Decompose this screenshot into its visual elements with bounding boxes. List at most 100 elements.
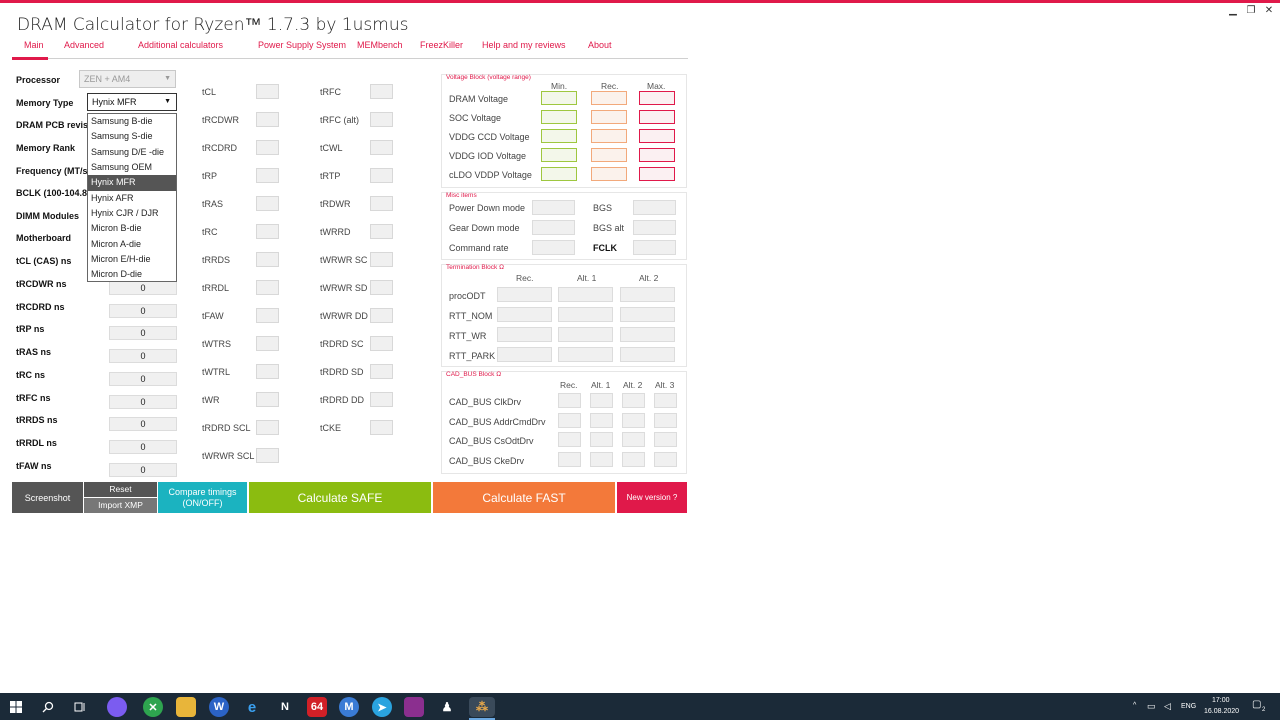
misc-input[interactable]	[633, 240, 676, 255]
termination-input[interactable]	[620, 327, 675, 342]
cadbus-input[interactable]	[590, 393, 613, 408]
voltage-max-input[interactable]	[639, 110, 675, 124]
dropdown-option[interactable]: Samsung OEM	[88, 160, 176, 175]
telegram-icon[interactable]: ➤	[372, 697, 392, 717]
dropdown-option[interactable]: Micron B-die	[88, 221, 176, 236]
dropdown-option[interactable]: Samsung S-die	[88, 129, 176, 144]
dropdown-option[interactable]: Hynix AFR	[88, 191, 176, 206]
timing-input[interactable]	[370, 280, 393, 295]
timing-input[interactable]	[256, 196, 279, 211]
screenshot-button[interactable]: Screenshot	[12, 482, 83, 513]
tab-main[interactable]: Main	[24, 40, 44, 50]
timing-input[interactable]	[370, 308, 393, 323]
tab-about[interactable]: About	[588, 40, 612, 50]
timing-input[interactable]	[256, 364, 279, 379]
cadbus-input[interactable]	[622, 432, 645, 447]
tab-power-supply[interactable]: Power Supply System	[258, 40, 346, 50]
termination-input[interactable]	[558, 347, 613, 362]
timing-input[interactable]	[256, 84, 279, 99]
termination-input[interactable]	[558, 327, 613, 342]
dropdown-option[interactable]: Samsung D/E -die	[88, 145, 176, 160]
voltage-max-input[interactable]	[639, 129, 675, 143]
task-view-icon[interactable]	[70, 697, 90, 717]
xbox-icon[interactable]: ✕	[143, 697, 163, 717]
timing-input[interactable]	[370, 84, 393, 99]
timing-input[interactable]	[370, 196, 393, 211]
timing-input[interactable]	[256, 420, 279, 435]
timing-input[interactable]	[370, 252, 393, 267]
cadbus-input[interactable]	[654, 412, 677, 428]
cadbus-input[interactable]	[558, 393, 581, 408]
voltage-rec-input[interactable]	[591, 110, 627, 124]
timing-input[interactable]	[256, 392, 279, 407]
voltage-min-input[interactable]	[541, 110, 577, 124]
cadbus-input[interactable]	[654, 393, 677, 408]
ns-input[interactable]: 0	[109, 349, 177, 363]
search-icon[interactable]	[38, 697, 58, 717]
dropdown-option[interactable]: Hynix CJR / DJR	[88, 206, 176, 221]
cadbus-input[interactable]	[590, 432, 613, 447]
reset-button[interactable]: Reset	[84, 482, 157, 497]
tab-additional-calculators[interactable]: Additional calculators	[138, 40, 223, 50]
misc-input[interactable]	[633, 220, 676, 235]
timing-input[interactable]	[370, 364, 393, 379]
misc-input[interactable]	[633, 200, 676, 215]
windows-start-icon[interactable]	[6, 697, 26, 717]
word-icon[interactable]: W	[209, 697, 229, 717]
ns-input[interactable]: 0	[109, 304, 177, 318]
clock-time[interactable]: 17:00	[1212, 697, 1230, 704]
misc-input[interactable]	[532, 200, 575, 215]
timing-input[interactable]	[370, 224, 393, 239]
termination-input[interactable]	[620, 307, 675, 322]
calculate-safe-button[interactable]: Calculate SAFE	[249, 482, 431, 513]
termination-input[interactable]	[497, 327, 552, 342]
tray-overflow-icon[interactable]: ^	[1133, 702, 1136, 709]
volume-icon[interactable]: ◁	[1164, 701, 1171, 712]
cadbus-input[interactable]	[558, 412, 581, 428]
language-indicator[interactable]: ENG	[1181, 703, 1196, 710]
termination-input[interactable]	[620, 347, 675, 362]
voltage-max-input[interactable]	[639, 167, 675, 181]
voltage-max-input[interactable]	[639, 148, 675, 162]
timing-input[interactable]	[256, 280, 279, 295]
winrar-icon[interactable]	[404, 697, 424, 717]
timing-input[interactable]	[256, 308, 279, 323]
timing-input[interactable]	[256, 140, 279, 155]
timing-input[interactable]	[256, 252, 279, 267]
timing-input[interactable]	[370, 168, 393, 183]
misc-input[interactable]	[532, 240, 575, 255]
termination-input[interactable]	[497, 307, 552, 322]
timing-input[interactable]	[256, 168, 279, 183]
notifications-icon[interactable]: ▢	[1252, 699, 1261, 710]
dropdown-option[interactable]: Micron D-die	[88, 267, 176, 282]
ns-input[interactable]: 0	[109, 326, 177, 340]
ns-input[interactable]: 0	[109, 440, 177, 454]
tab-membench[interactable]: MEMbench	[357, 40, 403, 50]
cortana-icon[interactable]	[107, 697, 127, 717]
timing-input[interactable]	[370, 140, 393, 155]
timing-input[interactable]	[370, 112, 393, 127]
network-icon[interactable]: ▭	[1147, 701, 1156, 712]
import-xmp-button[interactable]: Import XMP	[84, 498, 157, 513]
timing-input[interactable]	[256, 448, 279, 463]
tab-help-reviews[interactable]: Help and my reviews	[482, 40, 566, 50]
dropdown-option[interactable]: Samsung B-die	[88, 114, 176, 129]
cadbus-input[interactable]	[590, 451, 613, 467]
cadbus-input[interactable]	[622, 393, 645, 408]
cadbus-input[interactable]	[590, 412, 613, 428]
edge-icon[interactable]: e	[242, 697, 262, 717]
timing-input[interactable]	[370, 420, 393, 435]
close-button[interactable]: ✕	[1262, 5, 1276, 16]
ns-input[interactable]: 0	[109, 463, 177, 477]
tab-advanced[interactable]: Advanced	[64, 40, 104, 50]
ns-input[interactable]: 0	[109, 281, 177, 295]
termination-input[interactable]	[620, 287, 675, 302]
nu-app-icon[interactable]: N	[275, 697, 295, 717]
app-icon[interactable]: ♟	[437, 697, 457, 717]
voltage-max-input[interactable]	[639, 91, 675, 105]
cadbus-input[interactable]	[558, 432, 581, 447]
timing-input[interactable]	[256, 112, 279, 127]
ns-input[interactable]: 0	[109, 372, 177, 386]
dram-calculator-taskbar-icon[interactable]: ⁂	[469, 697, 495, 717]
cadbus-input[interactable]	[654, 432, 677, 447]
